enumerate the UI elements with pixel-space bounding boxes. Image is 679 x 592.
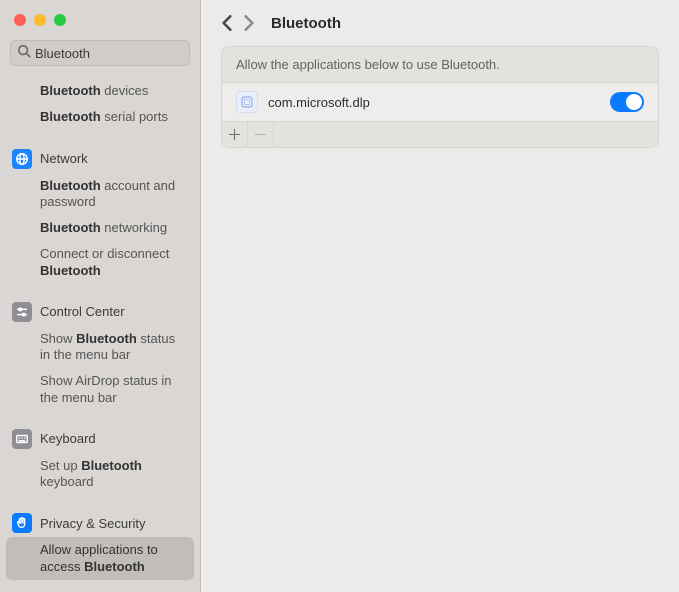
sidebar-item-label: Network [40,151,88,166]
titlebar: Bluetooth [201,0,679,46]
panel-footer: ＋ － [222,121,658,147]
sidebar-item-keyboard[interactable]: Keyboard [0,425,200,453]
globe-icon [12,149,32,169]
sidebar-item-network[interactable]: Network [0,145,200,173]
app-toggle[interactable] [610,92,644,112]
search-result-item[interactable]: Bluetooth account and password [0,173,200,216]
app-row: com.microsoft.dlp [222,83,658,121]
window: Bluetooth devicesBluetooth serial ports N… [0,0,679,592]
close-button[interactable] [14,14,26,26]
search-result-item[interactable]: Bluetooth networking [0,215,200,241]
search-icon [17,44,35,63]
search-result-item[interactable]: Bluetooth serial ports [0,104,200,130]
search-result-item[interactable]: Connect or disconnect Bluetooth [0,241,200,284]
sidebar-item-label: Privacy & Security [40,516,145,531]
search-field[interactable] [10,40,190,66]
app-icon [236,91,258,113]
apps-panel: Allow the applications below to use Blue… [221,46,659,148]
search-wrap [0,36,200,78]
app-name: com.microsoft.dlp [268,95,600,110]
back-button[interactable] [221,14,233,32]
add-app-button[interactable]: ＋ [222,122,248,148]
search-result-item[interactable]: Allow applications to access Bluetooth [6,537,194,580]
page-title: Bluetooth [271,15,341,32]
minimize-button[interactable] [34,14,46,26]
main: Bluetooth Allow the applications below t… [201,0,679,592]
panel-prompt: Allow the applications below to use Blue… [222,47,658,83]
search-result-item[interactable]: Show Bluetooth status in the menu bar [0,326,200,369]
keyboard-icon [12,429,32,449]
sliders-icon [12,302,32,322]
search-result-item[interactable]: Show AirDrop status in the menu bar [0,368,200,411]
sidebar: Bluetooth devicesBluetooth serial ports N… [0,0,201,592]
search-result-item[interactable]: Bluetooth devices [0,78,200,104]
sidebar-item-privacy[interactable]: Privacy & Security [0,509,200,537]
forward-button[interactable] [243,14,255,32]
remove-app-button[interactable]: － [248,122,274,148]
search-result-item[interactable]: Set up Bluetooth keyboard [0,453,200,496]
traffic-lights [0,0,200,36]
content: Allow the applications below to use Blue… [201,46,679,148]
fullscreen-button[interactable] [54,14,66,26]
sidebar-item-label: Control Center [40,304,125,319]
search-input[interactable] [35,46,201,61]
hand-icon [12,513,32,533]
sidebar-item-control-center[interactable]: Control Center [0,298,200,326]
sidebar-item-label: Keyboard [40,431,96,446]
